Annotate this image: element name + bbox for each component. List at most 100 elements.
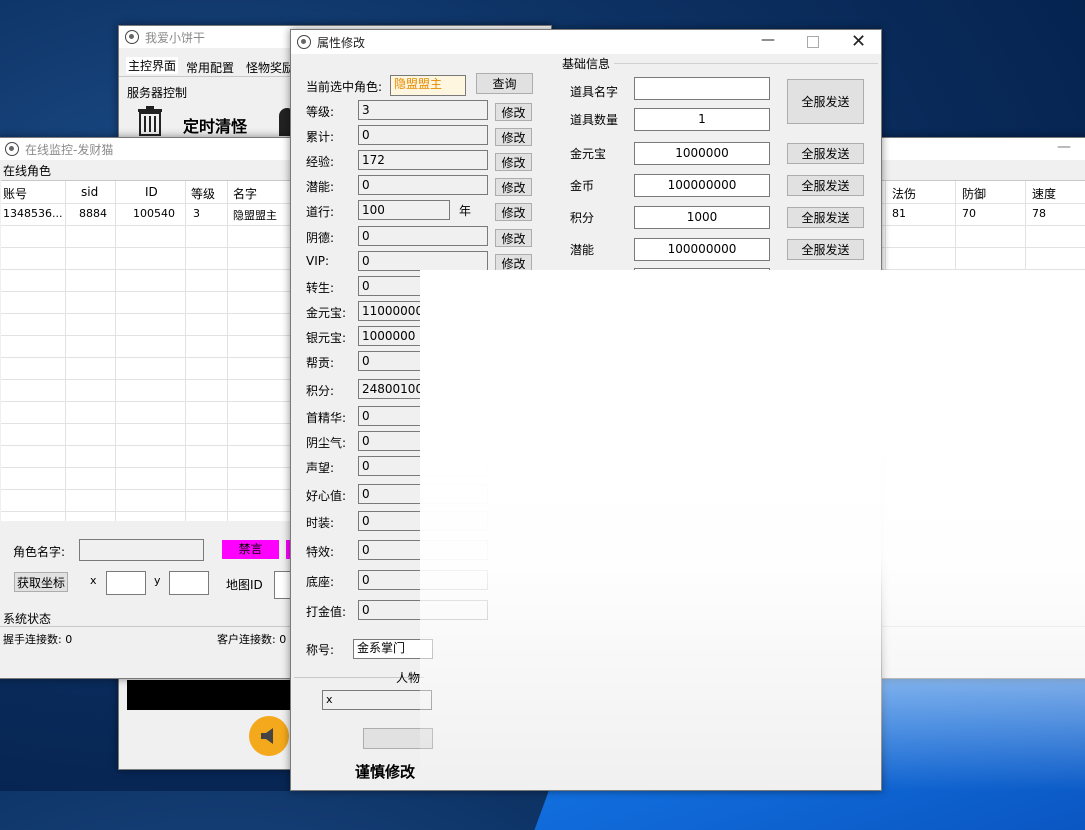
attr-field-input[interactable]: 0 xyxy=(358,125,488,145)
attr-window-titlebar[interactable]: 属性修改 xyxy=(291,30,881,54)
table-cell[interactable]: 78 xyxy=(1032,207,1046,220)
attr-field-input[interactable]: 0 xyxy=(358,276,488,296)
attr-field-label: 好心值: xyxy=(306,489,347,503)
column-header[interactable]: 名字 xyxy=(233,185,257,202)
modify-button[interactable]: 修改 xyxy=(495,153,532,171)
modify-button[interactable]: 修改 xyxy=(495,203,532,221)
people-x-input[interactable]: x xyxy=(322,690,432,710)
close-icon[interactable]: ✕ xyxy=(851,31,866,52)
basic-row-input[interactable]: 1000 xyxy=(634,206,770,229)
attr-field-input[interactable]: 0 xyxy=(358,600,488,620)
attr-field-label: 声望: xyxy=(306,461,335,475)
basic-row-input[interactable]: 1000000 xyxy=(634,142,770,165)
attr-field-input[interactable]: 0 xyxy=(358,406,488,426)
attr-field-input[interactable]: 110000000 xyxy=(358,301,488,321)
client-count: 客户连接数: 0 xyxy=(217,633,287,646)
send-all-item-button[interactable]: 全服发送 xyxy=(787,79,864,124)
tab-monster-reward[interactable]: 怪物奖励 xyxy=(246,59,294,76)
minimize-icon[interactable]: — xyxy=(761,32,775,48)
attr-field-input[interactable]: 1000000 xyxy=(358,326,488,346)
minimize-icon[interactable]: — xyxy=(1057,139,1071,155)
attr-field-input[interactable]: 0 xyxy=(358,226,488,246)
title-input[interactable]: 金系掌门 xyxy=(353,639,433,659)
attr-field-input[interactable]: 0 xyxy=(358,456,488,476)
modify-button[interactable]: 修改 xyxy=(495,128,532,146)
item-name-input[interactable] xyxy=(634,77,770,100)
column-header[interactable]: 速度 xyxy=(1032,185,1056,202)
table-cell[interactable]: 隐盟盟主 xyxy=(233,207,277,223)
attr-field-label: 转生: xyxy=(306,281,335,295)
table-cell[interactable]: 3 xyxy=(193,207,200,220)
send-all-button[interactable]: 全服发送 xyxy=(787,175,864,196)
attr-field-input[interactable]: 3 xyxy=(358,100,488,120)
basic-row-label: 金币 xyxy=(570,179,595,193)
modify-button[interactable]: 修改 xyxy=(495,103,532,121)
role-name-input[interactable] xyxy=(79,539,204,561)
x-input[interactable] xyxy=(106,571,146,595)
attr-field-input[interactable]: 248001000 xyxy=(358,379,488,399)
item-name-label: 道具名字 xyxy=(570,85,619,99)
people-apply-button[interactable] xyxy=(363,728,433,749)
speaker-icon[interactable] xyxy=(249,716,289,756)
column-header[interactable]: 等级 xyxy=(191,185,215,202)
table-cell[interactable]: 81 xyxy=(892,207,906,220)
attr-field-input[interactable]: 0 xyxy=(358,540,488,560)
tab-main[interactable]: 主控界面 xyxy=(126,57,179,74)
attr-field-input[interactable]: 0 xyxy=(358,251,488,271)
basic-row-input[interactable]: 100000000 xyxy=(634,174,770,197)
attr-field-label: VIP: xyxy=(306,254,330,268)
attr-field-label: 首精华: xyxy=(306,411,347,425)
attr-field-label: 积分: xyxy=(306,384,335,398)
modify-button[interactable]: 修改 xyxy=(495,254,532,272)
basic-row-label: 潜能 xyxy=(570,243,595,257)
table-cell[interactable]: 1348536... xyxy=(3,207,62,220)
x-label: x xyxy=(90,574,97,587)
basic-row-input[interactable]: 100000000 xyxy=(634,238,770,261)
console-output xyxy=(127,680,307,710)
table-cell[interactable]: 100540 xyxy=(133,207,175,220)
server-control-group: 服务器控制 xyxy=(127,86,188,100)
attr-field-label: 阴尘气: xyxy=(306,436,347,450)
column-header[interactable]: 防御 xyxy=(962,185,986,202)
attr-field-label: 特效: xyxy=(306,545,335,559)
current-role-input[interactable]: 隐盟盟主 xyxy=(390,75,466,96)
basic-row-input[interactable] xyxy=(634,268,770,278)
maximize-icon[interactable] xyxy=(807,36,819,48)
send-all-button[interactable]: 全服发送 xyxy=(787,239,864,260)
attr-field-label: 阴德: xyxy=(306,231,335,245)
attr-field-input[interactable]: 0 xyxy=(358,484,488,504)
ban-chat-button[interactable]: 禁言 xyxy=(222,540,279,559)
modify-button[interactable]: 修改 xyxy=(495,229,532,247)
people-group: 人物 xyxy=(396,671,421,685)
attr-field-label: 底座: xyxy=(306,575,335,589)
timed-clean-label[interactable]: 定时清怪 xyxy=(183,113,247,137)
table-cell[interactable]: 70 xyxy=(962,207,976,220)
attr-field-input[interactable]: 0 xyxy=(358,570,488,590)
attr-field-label: 银元宝: xyxy=(306,331,347,345)
column-header[interactable]: 法伤 xyxy=(892,185,916,202)
column-header[interactable]: 账号 xyxy=(3,185,27,202)
column-header[interactable]: sid xyxy=(81,185,98,199)
y-input[interactable] xyxy=(169,571,209,595)
attr-field-label: 金元宝: xyxy=(306,306,347,320)
item-count-label: 道具数量 xyxy=(570,113,619,127)
attr-field-input[interactable]: 0 xyxy=(358,431,488,451)
modify-button[interactable]: 修改 xyxy=(495,178,532,196)
basic-row-label: 积分 xyxy=(570,211,595,225)
tab-common-config[interactable]: 常用配置 xyxy=(186,59,234,76)
item-count-input[interactable]: 1 xyxy=(634,108,770,131)
send-all-button[interactable]: 全服发送 xyxy=(787,207,864,228)
attr-field-input[interactable]: 0 xyxy=(358,175,488,195)
attr-field-input[interactable]: 0 xyxy=(358,351,488,371)
monitor-window-title: 在线监控-发财猫 xyxy=(25,142,114,157)
get-coord-button[interactable]: 获取坐标 xyxy=(14,572,68,592)
attr-field-input[interactable]: 172 xyxy=(358,150,488,170)
send-all-button[interactable]: 全服发送 xyxy=(787,143,864,164)
basic-info-divider xyxy=(614,63,878,64)
column-header[interactable]: ID xyxy=(145,185,158,199)
app-icon xyxy=(297,35,311,49)
table-cell[interactable]: 8884 xyxy=(79,207,107,220)
attr-field-input[interactable]: 100 xyxy=(358,200,450,220)
query-button[interactable]: 查询 xyxy=(476,73,533,94)
attr-field-input[interactable]: 0 xyxy=(358,511,488,531)
